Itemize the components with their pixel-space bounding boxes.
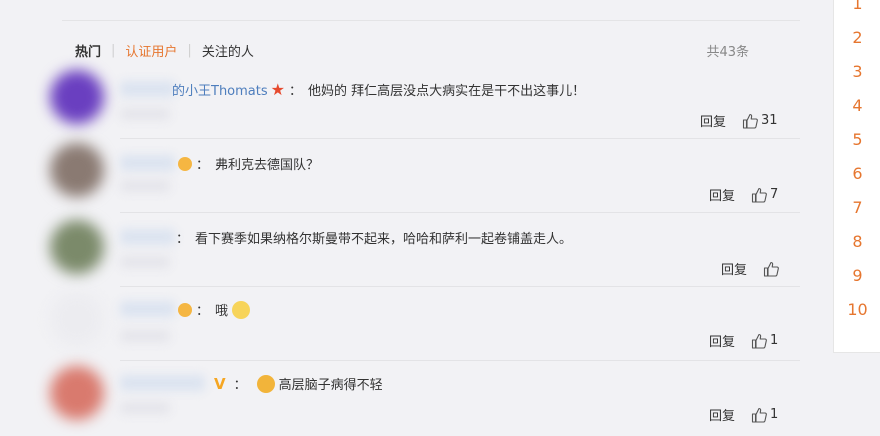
username-blurred xyxy=(120,81,175,97)
colon: ： xyxy=(176,232,190,247)
meta-blurred xyxy=(120,402,170,414)
comment-item: ： 看下赛季如果纳格尔斯曼带不起来，哈哈和萨利一起卷铺盖走人。 回复 xyxy=(50,214,800,286)
avatar[interactable] xyxy=(50,366,104,420)
reply-button[interactable]: 回复 xyxy=(709,331,735,350)
username-blurred xyxy=(120,301,175,317)
tab-separator: | xyxy=(111,43,116,58)
colon: ： xyxy=(233,378,247,393)
comment-text: 弗利克去德国队？ xyxy=(215,158,320,173)
tab-separator: | xyxy=(187,43,192,58)
thumbs-up-icon[interactable] xyxy=(742,113,758,129)
colon: ： xyxy=(288,84,302,99)
like-count: 1 xyxy=(770,407,779,422)
comment-count: 共43条 xyxy=(706,45,749,60)
page-link-4[interactable]: 4 xyxy=(834,96,880,115)
comment-body: 的小王Thomats ★ ： 他妈的 拜仁高层没点大病实在是干不出这事儿！ xyxy=(172,80,585,99)
thumbs-up-icon[interactable] xyxy=(751,407,767,423)
username-blurred xyxy=(120,229,175,245)
page-link-3[interactable]: 3 xyxy=(834,62,880,81)
vomit-emoji-icon xyxy=(256,374,275,393)
like-count: 31 xyxy=(761,113,778,128)
comment-filter-tabs: 热门 | 认证用户 | 关注的人 xyxy=(75,41,254,60)
avatar[interactable] xyxy=(50,70,104,124)
top-divider xyxy=(62,20,800,21)
emoji-icon xyxy=(178,156,192,171)
comment-text: 哦 xyxy=(215,304,229,319)
page-link-9[interactable]: 9 xyxy=(834,266,880,285)
emoji-icon xyxy=(178,302,192,317)
meta-blurred xyxy=(120,180,170,192)
comment-text: 高层脑子病得不轻 xyxy=(278,378,383,393)
comment-divider xyxy=(120,360,800,361)
page-link-1[interactable]: 1 xyxy=(834,0,880,13)
comment-actions: 回复 1 xyxy=(709,405,778,424)
page-link-10[interactable]: 10 xyxy=(834,300,880,319)
reply-button[interactable]: 回复 xyxy=(721,259,747,278)
meta-blurred xyxy=(120,330,170,342)
avatar[interactable] xyxy=(50,143,104,197)
comment-item: 的小王Thomats ★ ： 他妈的 拜仁高层没点大病实在是干不出这事儿！ 回复… xyxy=(50,68,800,138)
like-count: 7 xyxy=(770,187,779,202)
comment-item: ： 弗利克去德国队？ 回复 7 xyxy=(50,140,800,212)
comment-body: ： 哦 xyxy=(174,300,251,319)
comment-actions: 回复 31 xyxy=(700,111,778,130)
verified-v-icon: V xyxy=(214,374,226,393)
tab-hot[interactable]: 热门 xyxy=(75,41,101,60)
comment-section: 热门 | 认证用户 | 关注的人 共43条 的小王Thomats ★ ： 他妈的… xyxy=(0,0,830,436)
comment-actions: 回复 1 xyxy=(709,331,778,350)
thumbs-up-icon[interactable] xyxy=(763,261,779,277)
comment-actions: 回复 7 xyxy=(709,185,778,204)
like-count: 1 xyxy=(770,333,779,348)
colon: ： xyxy=(196,304,210,319)
thumbs-up-icon[interactable] xyxy=(751,333,767,349)
thumbs-up-icon[interactable] xyxy=(751,187,767,203)
comment-divider xyxy=(120,286,800,287)
comment-text: 他妈的 拜仁高层没点大病实在是干不出这事儿！ xyxy=(308,84,586,99)
page-link-5[interactable]: 5 xyxy=(834,130,880,149)
smirk-emoji-icon xyxy=(232,300,251,319)
tab-verified-users[interactable]: 认证用户 xyxy=(125,41,177,60)
colon: ： xyxy=(196,158,210,173)
reply-button[interactable]: 回复 xyxy=(700,111,726,130)
comment-body: ： 看下赛季如果纳格尔斯曼带不起来，哈哈和萨利一起卷铺盖走人。 xyxy=(172,228,572,247)
page-link-7[interactable]: 7 xyxy=(834,198,880,217)
comment-body: ： 弗利克去德国队？ xyxy=(174,154,319,173)
pagination: 1 2 3 4 5 6 7 8 9 10 xyxy=(833,0,880,353)
comment-item: V ： 高层脑子病得不轻 回复 1 xyxy=(50,362,800,436)
comment-item: ： 哦 回复 1 xyxy=(50,288,800,360)
page-link-6[interactable]: 6 xyxy=(834,164,880,183)
comment-divider xyxy=(120,212,800,213)
page-link-8[interactable]: 8 xyxy=(834,232,880,251)
username-blurred xyxy=(120,155,175,171)
avatar[interactable] xyxy=(50,220,104,274)
username-blurred xyxy=(120,375,205,391)
meta-blurred xyxy=(120,256,170,268)
avatar[interactable] xyxy=(50,292,104,346)
comment-text: 看下赛季如果纳格尔斯曼带不起来，哈哈和萨利一起卷铺盖走人。 xyxy=(195,232,573,247)
reply-button[interactable]: 回复 xyxy=(709,405,735,424)
meta-blurred xyxy=(120,108,170,120)
page-link-2[interactable]: 2 xyxy=(834,28,880,47)
comment-body: V ： 高层脑子病得不轻 xyxy=(210,374,383,393)
reply-button[interactable]: 回复 xyxy=(709,185,735,204)
comment-actions: 回复 xyxy=(721,259,782,278)
star-badge-icon: ★ xyxy=(270,80,285,99)
comment-divider xyxy=(120,138,800,139)
tab-following[interactable]: 关注的人 xyxy=(202,41,254,60)
username-link[interactable]: 的小王Thomats xyxy=(172,80,268,99)
